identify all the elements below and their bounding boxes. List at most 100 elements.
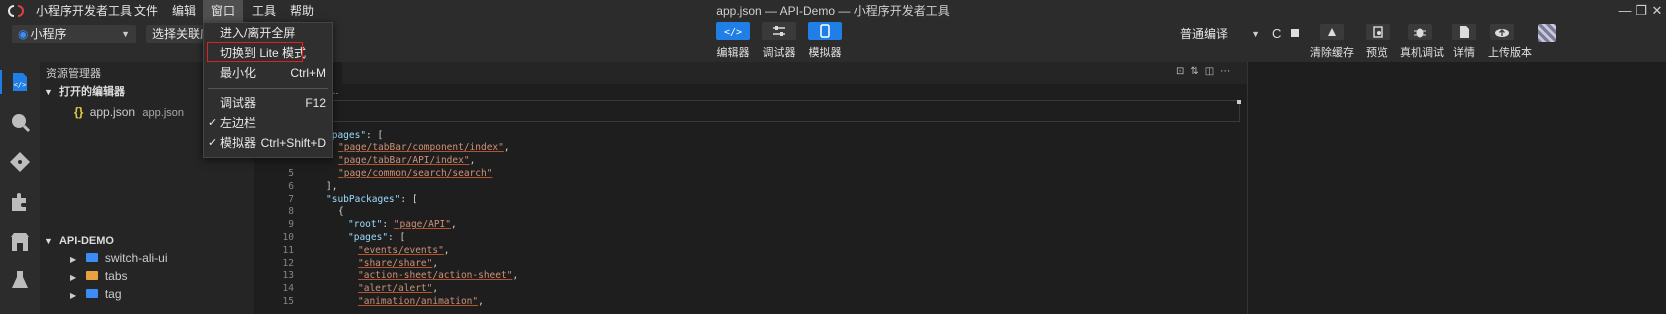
code-line: "animation/animation", [358,296,484,307]
source-control-icon[interactable] [8,150,32,174]
chevron-right-icon: ▶ [70,291,77,300]
menu-app[interactable]: 小程序开发者工具 [36,0,132,22]
menu-item-simulator[interactable]: ✓ 模拟器 Ctrl+Shift+D [204,133,332,153]
menu-item-label: 模拟器 [220,136,257,150]
project-label: API-DEMO [58,235,114,247]
code-line: "alert/alert", [358,283,439,295]
tree-item-label: tag [104,287,122,301]
minimap-marker [1237,100,1241,104]
menu-tools[interactable]: 工具 [252,0,276,22]
code-line: { [338,206,344,218]
search-icon[interactable] [8,110,32,134]
project-header[interactable]: ▼ API-DEMO [40,231,254,251]
stop-icon[interactable] [1291,29,1299,37]
line-number: 13 [282,270,294,282]
menu-item-left-sidebar[interactable]: ✓ 左边栏 [204,113,332,133]
code-line: "page/tabBar/component/index", [338,142,510,154]
remote-debug-label: 真机调试 [1400,47,1444,59]
debugger-mode-button[interactable] [762,22,796,40]
chevron-down-icon: ▼ [44,87,53,97]
menu-item-label: 调试器 [220,96,257,110]
menu-item-fullscreen[interactable]: 进入/离开全屏 [204,23,332,43]
menu-item-shortcut: Ctrl+M [290,66,326,80]
folder-icon [85,253,98,262]
explorer-icon[interactable]: </> [8,70,32,94]
compare-icon[interactable]: ⇅ [1190,66,1204,77]
split-editor-icon[interactable]: ◫ [1205,66,1220,77]
preview-button[interactable] [1366,24,1390,40]
document-icon [1460,26,1469,38]
store-icon[interactable] [8,230,32,254]
open-editor-item[interactable]: {} app.json app.json [74,103,184,121]
line-number: 8 [288,206,294,218]
compile-mode-select[interactable]: 普通编译 ▼ [1174,25,1264,43]
tree-item-label: tabs [104,269,128,283]
editor-tab-strip: ⊡⇅◫⋯ [254,62,1247,84]
window-title: app.json — API-Demo — 小程序开发者工具 [716,4,950,18]
upload-label: 上传版本 [1488,47,1532,59]
line-number: 10 [282,232,294,243]
line-number: 15 [282,296,294,307]
menu-divider [208,88,328,89]
tree-item-label: switch-ali-ui [104,251,168,265]
chevron-down-icon: ▼ [121,29,130,39]
close-button[interactable]: ✕ [1648,2,1666,20]
simulator-mode-button[interactable] [808,22,842,40]
menu-item-label: 进入/离开全屏 [220,26,296,40]
check-icon: ✓ [208,137,218,149]
extensions-icon[interactable] [8,190,32,214]
tree-item-tabs[interactable]: ▶ tabs [70,267,128,285]
simulator-mode-label: 模拟器 [808,47,842,59]
avatar[interactable] [1538,24,1556,42]
line-number: 5 [288,168,294,179]
line-number: 11 [282,244,294,256]
chevron-right-icon: ▶ [70,273,77,282]
refresh-icon[interactable]: C [1272,26,1281,41]
menu-item-minimize[interactable]: 最小化 Ctrl+M [204,63,332,83]
simulator-panel [1247,62,1666,314]
chevron-right-icon: ▶ [70,255,77,264]
menu-window[interactable]: 窗口 [203,0,243,22]
project-select[interactable]: ◉ 小程序 ▼ [12,25,136,43]
clear-cache-button[interactable] [1320,24,1344,40]
menu-file[interactable]: 文件 [134,0,158,22]
tree-item-tag[interactable]: ▶ tag [70,285,122,303]
line-number: 12 [282,257,294,269]
code-line: "pages": [ [348,232,406,243]
open-editors-label: 打开的编辑器 [58,86,125,98]
code-line: "subPackages": [ [326,193,418,205]
activity-bar: </> [0,62,40,314]
remote-debug-button[interactable] [1408,24,1432,40]
menu-item-shortcut: F12 [305,96,326,110]
active-indicator [0,70,2,94]
line-number: 14 [282,283,294,295]
sliders-icon [773,26,785,36]
details-label: 详情 [1453,47,1475,59]
phone-icon [820,24,830,38]
tree-item-switch-ali-ui[interactable]: ▶ switch-ali-ui [70,249,168,267]
code-line: ], [326,180,338,192]
code-line: "page/tabBar/API/index", [338,155,476,167]
highlight-box [207,42,303,62]
more-icon[interactable]: ⋯ [1220,66,1236,77]
preview-icon [1373,26,1383,38]
svg-text:</>: </> [14,81,27,89]
flask-icon[interactable] [8,268,32,292]
code-line: "share/share", [358,257,439,269]
upload-button[interactable] [1490,24,1514,40]
code-line: "root": "page/API", [348,219,457,231]
preview-label: 预览 [1366,47,1388,59]
open-editor-path: app.json [142,107,184,119]
open-preview-icon[interactable]: ⊡ [1176,66,1190,77]
menu-help[interactable]: 帮助 [290,0,314,22]
editor-mode-label: 编辑器 [716,47,750,59]
editor-actions[interactable]: ⊡⇅◫⋯ [1176,66,1236,77]
editor-mode-button[interactable]: </> [716,22,750,40]
title-bar: 小程序开发者工具 文件 编辑 窗口 工具 帮助 app.json — API-D… [0,0,1666,22]
upload-icon [1495,29,1509,37]
line-number: 7 [288,193,294,205]
line-number: 9 [288,219,294,231]
menu-edit[interactable]: 编辑 [172,0,196,22]
menu-item-debugger[interactable]: 调试器 F12 [204,93,332,113]
details-button[interactable] [1452,24,1476,40]
